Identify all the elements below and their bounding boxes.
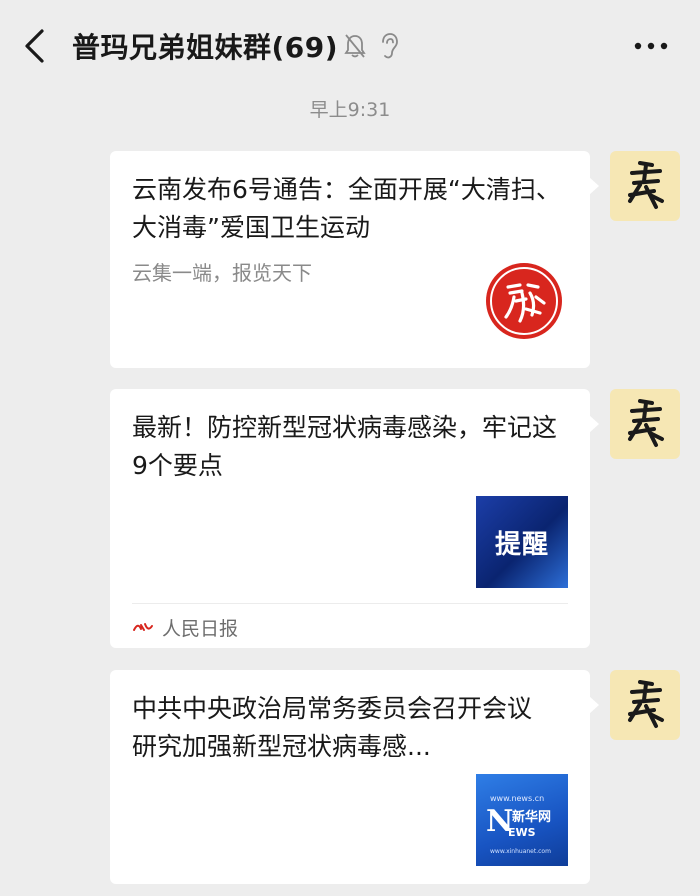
card-divider — [132, 603, 568, 604]
calligraphy-avatar-icon — [628, 161, 664, 209]
article-card[interactable]: 中共中央政治局常务委员会召开会议 研究加强新型冠状病毒感... www.news… — [110, 670, 599, 884]
thumbnail-brand-word: EWS — [508, 826, 536, 839]
sender-avatar[interactable] — [610, 151, 680, 221]
article-title: 云南发布6号通告：全面开展“大清扫、大消毒”爱国卫生运动 — [132, 175, 561, 242]
thumbnail-brand-cn: 新华网 — [512, 810, 552, 825]
article-card[interactable]: 云南发布6号通告：全面开展“大清扫、大消毒”爱国卫生运动 云集一端，报览天下 — [110, 151, 599, 368]
red-seal-logo-icon — [486, 263, 562, 339]
source-name: 人民日报 — [162, 617, 239, 640]
back-arrow-icon[interactable] — [20, 28, 50, 64]
calligraphy-avatar-icon — [628, 680, 664, 728]
peoples-daily-logo-icon — [133, 623, 153, 631]
calligraphy-avatar-icon — [628, 399, 664, 447]
sender-avatar[interactable] — [610, 389, 680, 459]
thumbnail-url: www.xinhuanet.com — [490, 848, 551, 855]
chat-header: 普玛兄弟姐妹群(69) — [0, 0, 700, 92]
message-timestamp: 早上9:31 — [309, 99, 391, 121]
thumbnail-label: 提醒 — [494, 529, 549, 560]
thumbnail-top-url: www.news.cn — [490, 794, 545, 803]
article-card[interactable]: 最新！防控新型冠状病毒感染，牢记这9个要点 提醒 人民日报 — [110, 389, 599, 648]
article-description: 云集一端，报览天下 — [132, 261, 312, 285]
article-source: 人民日报 — [132, 613, 238, 641]
mute-bell-icon — [344, 34, 366, 58]
chat-title: 普玛兄弟姐妹群(69) — [72, 31, 339, 64]
ear-icon — [382, 33, 398, 59]
sender-avatar[interactable] — [610, 670, 680, 740]
more-icon[interactable] — [634, 42, 668, 50]
xinhua-news-thumbnail: www.news.cn N 新华网 EWS www.xinhuanet.com — [476, 774, 568, 866]
article-thumbnail: 提醒 — [476, 496, 568, 588]
article-title: 最新！防控新型冠状病毒感染，牢记这9个要点 — [132, 413, 558, 480]
article-title: 中共中央政治局常务委员会召开会议 研究加强新型冠状病毒感... — [132, 694, 533, 761]
